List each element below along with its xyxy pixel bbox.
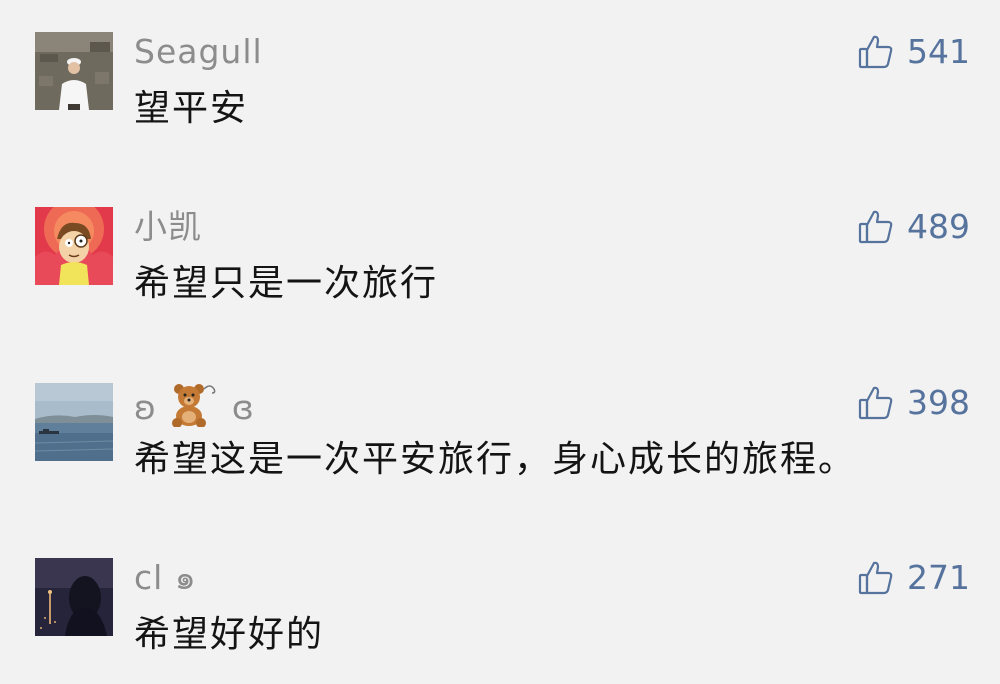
like-count: 541 [907,32,970,71]
sea-landscape-icon [35,383,113,461]
dark-night-icon [35,558,113,636]
username[interactable]: 小凯 [134,207,202,247]
comment-text: 希望好好的 [134,614,325,655]
like-count: 398 [907,383,970,422]
comment-list: Seagull 望平安 541 小凯 希望只是一次旅行 489 ʚ ɞ 希望这是… [0,0,1000,684]
comment-item: Seagull 望平安 541 [0,32,1000,152]
comment-item: ʚ ɞ 希望这是一次平安旅行，身心成长的旅程。 398 [0,383,1000,503]
cartoon-boy-icon [35,207,113,285]
username-prefix: ʚ [134,388,157,427]
like-button[interactable]: 541 [857,32,970,72]
like-button[interactable]: 489 [857,207,970,247]
username[interactable]: cl ๑ [134,558,197,598]
thumbs-up-icon [857,208,895,246]
user-photo-icon [35,32,113,110]
comment-item: cl ๑ 希望好好的 271 [0,558,1000,678]
like-count: 271 [907,558,970,597]
comment-text: 希望这是一次平安旅行，身心成长的旅程。 [134,439,857,480]
username[interactable]: ʚ ɞ [134,383,255,428]
thumbs-up-icon [857,384,895,422]
avatar[interactable] [35,558,113,636]
like-button[interactable]: 398 [857,383,970,423]
avatar[interactable] [35,207,113,285]
thumbs-up-icon [857,559,895,597]
thumbs-up-icon [857,33,895,71]
like-count: 489 [907,207,970,246]
like-button[interactable]: 271 [857,558,970,598]
avatar[interactable] [35,32,113,110]
username-suffix: ɞ [231,388,255,427]
username[interactable]: Seagull [134,32,263,72]
avatar[interactable] [35,383,113,461]
comment-text: 望平安 [134,88,249,129]
comment-text: 希望只是一次旅行 [134,263,439,304]
teddy-bear-icon [168,383,220,436]
comment-item: 小凯 希望只是一次旅行 489 [0,207,1000,327]
